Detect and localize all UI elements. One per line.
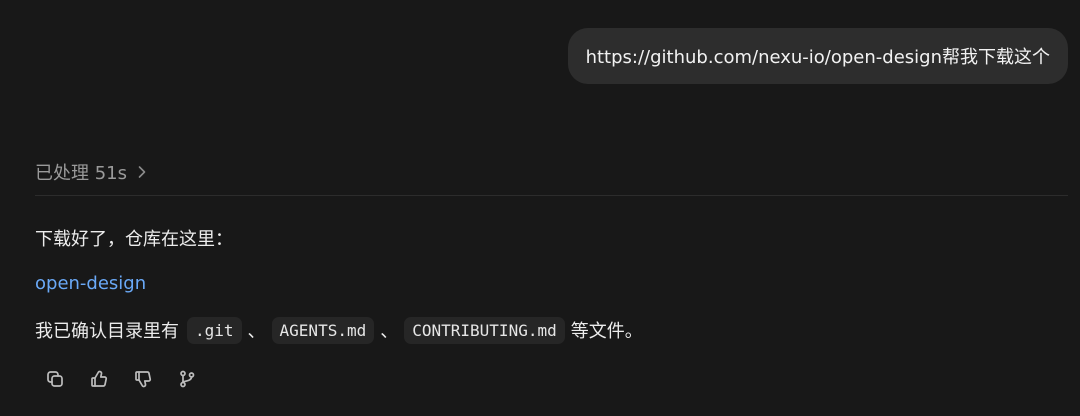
thumbs-up-icon: [91, 370, 108, 387]
user-message-text: https://github.com/nexu-io/open-design帮我…: [585, 47, 1050, 68]
thumbs-up-button[interactable]: [87, 367, 111, 391]
reply-files-suffix: 等文件。: [570, 321, 643, 342]
reply-line-download-done: 下载好了，仓库在这里：: [35, 229, 233, 250]
thumbs-down-button[interactable]: [131, 367, 155, 391]
reply-line-files-confirmed: 我已确认目录里有 .git 、 AGENTS.md 、 CONTRIBUTING…: [35, 314, 643, 346]
processing-status-toggle[interactable]: 已处理 51s: [35, 158, 147, 186]
user-message-bubble: https://github.com/nexu-io/open-design帮我…: [567, 28, 1068, 84]
thumbs-down-icon: [135, 371, 152, 388]
file-chip-git: .git: [187, 316, 242, 344]
list-separator: 、: [380, 321, 399, 342]
file-chip-contributing: CONTRIBUTING.md: [404, 316, 565, 344]
processing-status-label: 已处理 51s: [35, 163, 128, 184]
repo-link[interactable]: open-design: [35, 270, 146, 298]
section-divider: [35, 195, 1068, 196]
file-chip-agents: AGENTS.md: [271, 316, 375, 344]
message-action-bar: [43, 366, 199, 392]
branch-icon: [180, 370, 195, 388]
branch-button[interactable]: [175, 367, 199, 391]
copy-icon: [47, 371, 63, 387]
reply-files-prefix: 我已确认目录里有: [35, 321, 179, 342]
list-separator: 、: [247, 321, 266, 342]
chevron-right-icon: [137, 165, 147, 179]
copy-button[interactable]: [43, 367, 67, 391]
